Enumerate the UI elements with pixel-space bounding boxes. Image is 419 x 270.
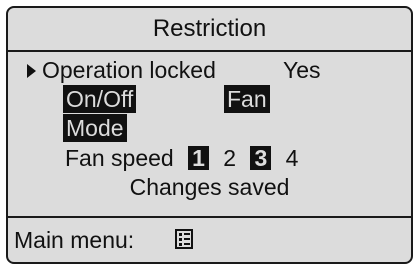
fan-speed-row: Fan speed 1 2 3 4 <box>65 144 298 172</box>
main-menu-label: Main menu: <box>14 227 135 253</box>
footer-divider <box>8 216 411 218</box>
operation-locked-value[interactable]: Yes <box>283 56 321 84</box>
fan-speed-level-1[interactable]: 1 <box>188 146 209 170</box>
fan-speed-level-4[interactable]: 4 <box>286 144 299 172</box>
fan-speed-label: Fan speed <box>65 145 174 171</box>
onoff-locked-option[interactable]: On/Off <box>63 85 137 113</box>
screen-title: Restriction <box>152 15 267 42</box>
fan-locked-option[interactable]: Fan <box>224 85 270 113</box>
cursor-arrow-icon <box>27 64 36 78</box>
fan-speed-level-2[interactable]: 2 <box>223 144 236 172</box>
title-divider <box>8 50 411 52</box>
fan-speed-level-3[interactable]: 3 <box>250 146 272 170</box>
status-message: Changes saved <box>129 174 290 200</box>
menu-list-icon[interactable] <box>175 229 193 249</box>
operation-locked-label[interactable]: Operation locked <box>42 56 216 84</box>
remote-controller-display: Restriction Operation locked Yes On/Off … <box>6 6 413 264</box>
mode-locked-option[interactable]: Mode <box>63 114 127 142</box>
